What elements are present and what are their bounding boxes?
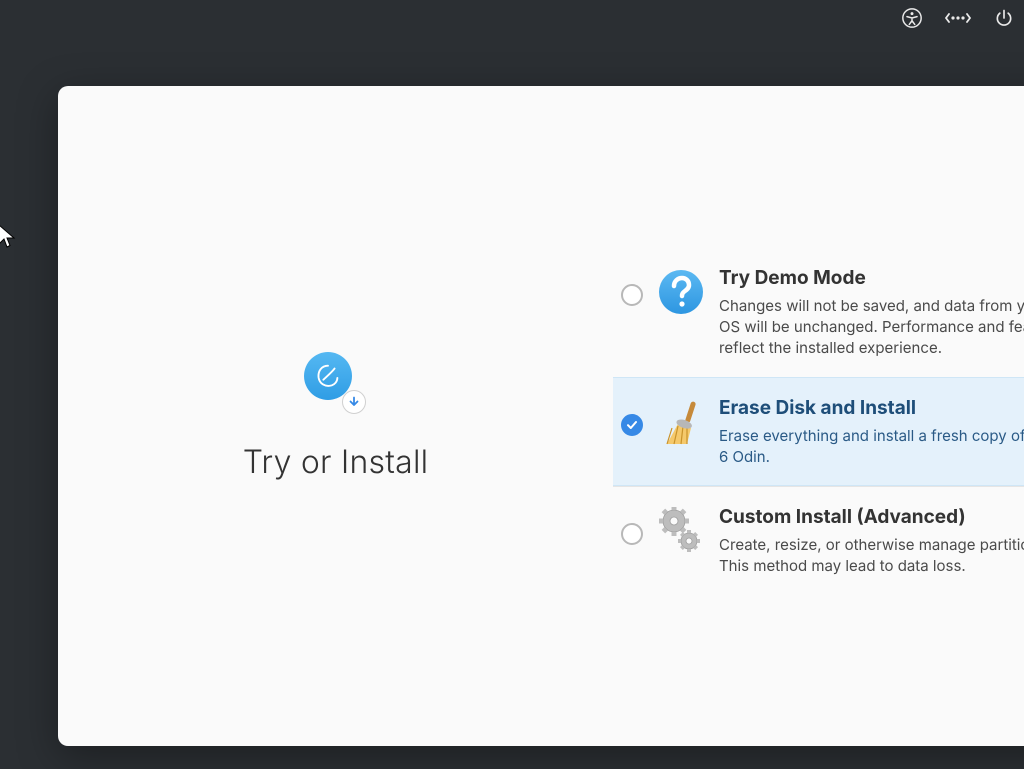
option-desc: Create, resize, or otherwise manage part… <box>719 534 1024 576</box>
page-title: Try or Install <box>243 442 429 481</box>
network-icon[interactable] <box>944 4 972 32</box>
download-badge-icon <box>342 390 366 414</box>
option-custom-install[interactable]: Custom Install (Advanced) Create, resize… <box>613 486 1024 595</box>
option-desc: Changes will not be saved, and data from… <box>719 295 1024 358</box>
cursor-icon <box>0 224 18 250</box>
left-pane: Try or Install <box>58 86 613 746</box>
radio-icon <box>621 284 643 306</box>
broom-icon <box>657 398 705 446</box>
option-desc: Erase everything and install a fresh cop… <box>719 425 1024 467</box>
gears-icon <box>657 507 705 555</box>
option-title: Erase Disk and Install <box>719 396 1024 419</box>
installer-logo-icon <box>304 352 368 416</box>
option-try-demo[interactable]: Try Demo Mode Changes will not be saved,… <box>613 247 1024 377</box>
option-erase-install[interactable]: Erase Disk and Install Erase everything … <box>613 377 1024 486</box>
radio-icon <box>621 414 643 436</box>
installer-window: Try or Install <box>58 86 1024 746</box>
option-title: Custom Install (Advanced) <box>719 505 1024 528</box>
radio-icon <box>621 523 643 545</box>
option-title: Try Demo Mode <box>719 266 1024 289</box>
system-top-bar <box>0 0 1024 36</box>
options-list: Try Demo Mode Changes will not be saved,… <box>613 86 1024 746</box>
accessibility-icon[interactable] <box>898 4 926 32</box>
question-icon <box>657 268 705 316</box>
power-icon[interactable] <box>990 4 1018 32</box>
